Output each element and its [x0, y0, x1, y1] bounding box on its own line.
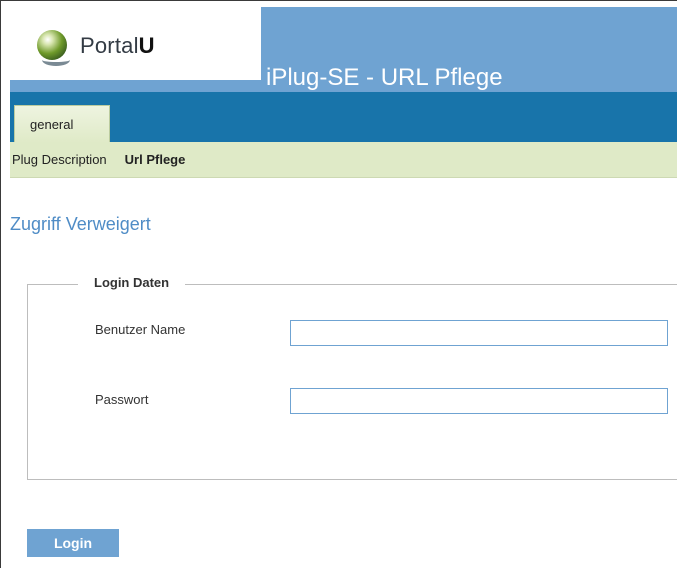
password-label: Passwort [95, 392, 149, 407]
nav-link-url-pflege[interactable]: Url Pflege [125, 152, 186, 167]
password-input[interactable] [290, 388, 668, 414]
sub-navigation: Plug Description Url Pflege [10, 142, 677, 178]
logo-text: PortalU [80, 33, 155, 59]
login-button[interactable]: Login [27, 529, 119, 557]
page-title: Zugriff Verweigert [10, 214, 151, 234]
logo-swoosh-icon [42, 54, 70, 66]
logo-text-regular: Portal [80, 33, 139, 58]
username-input[interactable] [290, 320, 668, 346]
logo-text-bold: U [138, 33, 155, 58]
nav-link-plug-description[interactable]: Plug Description [12, 152, 107, 167]
fieldset-legend: Login Daten [78, 275, 186, 290]
login-fieldset [27, 284, 677, 480]
username-label: Benutzer Name [95, 322, 186, 337]
app-title: iPlug-SE - URL Pflege [266, 64, 503, 91]
tab-general[interactable]: general [14, 105, 110, 143]
tab-bar [10, 92, 677, 142]
